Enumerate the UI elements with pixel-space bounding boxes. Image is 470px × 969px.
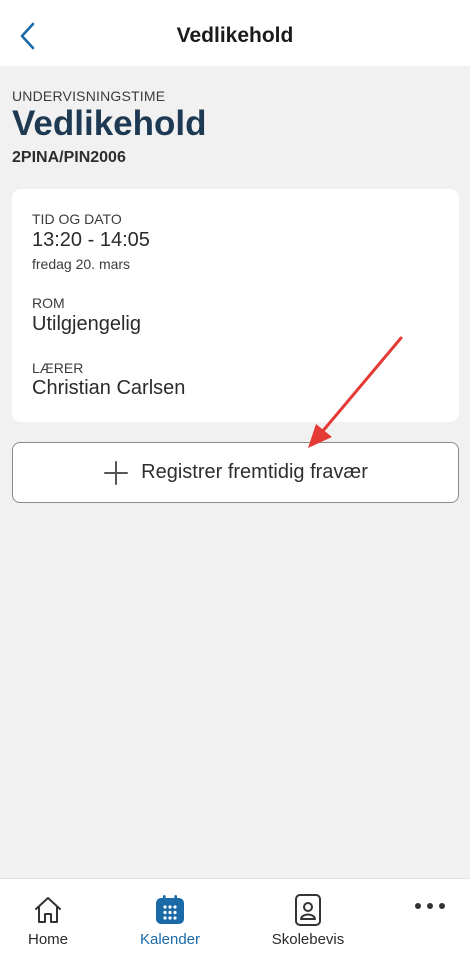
tab-skolebevis[interactable]: Skolebevis bbox=[262, 879, 354, 969]
date-value: fredag 20. mars bbox=[32, 256, 131, 272]
header-title: Vedlikehold bbox=[176, 24, 294, 47]
tab-skolebevis-label: Skolebevis bbox=[271, 931, 345, 948]
app-screen: Vedlikehold UNDERVISNINGSTIME Vedlikehol… bbox=[0, 0, 470, 969]
top-header: Vedlikehold bbox=[0, 0, 470, 66]
tab-more[interactable] bbox=[404, 879, 456, 969]
bottom-tab-bar: Home Kalender Skolebevis bbox=[0, 878, 470, 969]
register-absence-label: Registrer fremtidig fravær bbox=[141, 461, 368, 483]
tab-home[interactable]: Home bbox=[12, 879, 84, 969]
time-value: 13:20 - 14:05 bbox=[32, 229, 150, 251]
teacher-label: LÆRER bbox=[32, 360, 84, 376]
tab-kalender-label: Kalender bbox=[139, 931, 201, 948]
teacher-value: Christian Carlsen bbox=[32, 377, 186, 399]
lesson-title: Vedlikehold bbox=[12, 104, 207, 143]
room-value: Utilgjengelig bbox=[32, 313, 141, 335]
tab-kalender[interactable]: Kalender bbox=[126, 879, 214, 969]
calendar-icon bbox=[156, 895, 184, 924]
register-absence-button[interactable]: Registrer fremtidig fravær bbox=[12, 442, 459, 503]
more-icon bbox=[415, 903, 445, 909]
room-label: ROM bbox=[32, 295, 65, 311]
lesson-code: 2PINA/PIN2006 bbox=[12, 149, 126, 166]
lesson-type-label: UNDERVISNINGSTIME bbox=[12, 88, 166, 104]
lesson-details-card: TID OG DATO 13:20 - 14:05 fredag 20. mar… bbox=[12, 189, 459, 422]
id-card-icon bbox=[295, 894, 321, 926]
home-icon bbox=[35, 897, 61, 923]
time-label: TID OG DATO bbox=[32, 211, 122, 227]
tab-home-label: Home bbox=[27, 931, 68, 948]
plus-icon bbox=[104, 460, 129, 485]
